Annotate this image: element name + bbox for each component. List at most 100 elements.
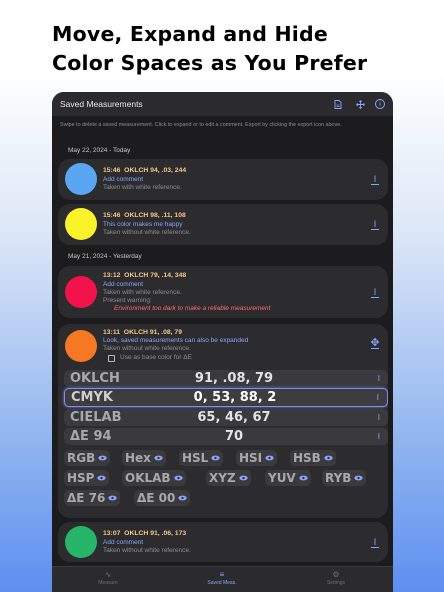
hidden-space-chip[interactable]: Hex [122, 450, 166, 466]
chip-label: ΔE 00 [137, 491, 176, 505]
reference-text: Taken with white reference. [103, 289, 182, 296]
headline-line-2: Color Spaces as You Prefer [52, 51, 368, 75]
measurement-time: 15:46 [103, 212, 121, 219]
drag-handle-icon[interactable]: I [377, 393, 379, 402]
eye-icon [154, 455, 163, 461]
drag-handle-icon[interactable]: I [378, 413, 380, 422]
hidden-space-chip[interactable]: HSL [179, 450, 224, 466]
headline: Move, Expand and Hide Color Spaces as Yo… [52, 20, 412, 78]
edit-icon[interactable]: I [370, 219, 380, 230]
gear-icon: ⚙ [332, 570, 340, 579]
eye-icon [324, 455, 333, 461]
tab-measure[interactable]: ∿ Measure [78, 570, 138, 586]
chip-label: RYB [325, 471, 352, 485]
chip-label: HSB [293, 451, 321, 465]
hidden-space-chip[interactable]: RGB [64, 450, 111, 466]
chip-label: HSP [67, 471, 95, 485]
edit-icon[interactable]: I [370, 287, 380, 298]
hidden-space-chip[interactable]: ΔE 00 [134, 490, 191, 506]
color-space-value: 0, 53, 88, 2 [193, 390, 277, 405]
comment-link[interactable]: Add comment [103, 176, 143, 183]
chip-label: HSI [239, 451, 263, 465]
export-icon[interactable] [331, 97, 345, 111]
comment-link[interactable]: Add comment [103, 539, 143, 546]
instructions-text: Swipe to delete a saved measurement. Cli… [60, 122, 342, 128]
hidden-space-chip[interactable]: YUV [265, 470, 311, 486]
edit-icon[interactable]: I [370, 537, 380, 548]
hidden-color-spaces: RGB Hex HSL HSI HSB HSP OKLAB XYZ YUV RY… [64, 450, 388, 514]
page-title: Saved Measurements [60, 99, 143, 109]
color-space-row[interactable]: CIELAB 65, 46, 67 I [64, 409, 388, 426]
color-swatch [65, 276, 97, 308]
comment-text[interactable]: Look, saved measurements can also be exp… [103, 337, 248, 344]
comment-link[interactable]: This color makes me happy [103, 221, 182, 228]
color-space-label: ΔE 94 [70, 429, 112, 444]
color-space-row[interactable]: ΔE 94 70 I [64, 428, 388, 445]
drag-handle-icon[interactable]: I [378, 374, 380, 383]
eye-icon [299, 475, 308, 481]
comment-link[interactable]: Add comment [103, 281, 143, 288]
color-space-value: 91, .08, 79 [194, 371, 274, 386]
measurement-title: 15:46 OKLCH 94, .03, 244 [103, 167, 186, 174]
eye-icon [354, 475, 364, 481]
measurement-time: 13:07 [103, 530, 121, 537]
color-space-label: OKLCH [70, 371, 120, 386]
warning-label: Present warning: [103, 297, 152, 304]
eye-icon [178, 495, 188, 501]
eye-icon [211, 455, 220, 461]
chip-label: ΔE 76 [67, 491, 106, 505]
color-space-label: CMYK [71, 390, 113, 405]
reference-text: Taken without white reference. [103, 345, 191, 352]
measurement-value: OKLCH 79, .14, 348 [124, 272, 187, 279]
move-icon[interactable]: ✥ [370, 338, 380, 349]
tab-label: Saved Meas. [207, 580, 237, 586]
hidden-space-chip[interactable]: XYZ [206, 470, 251, 486]
measurement-card-expanded[interactable]: 13:11 OKLCH 91, .08, 79 Look, saved meas… [58, 324, 388, 518]
measurement-card[interactable]: 13:07 OKLCH 91, .06, 173 Add comment Tak… [58, 522, 388, 562]
list-icon: ≡ [219, 570, 225, 579]
warning-text: Environment too dark to make a reliable … [114, 305, 271, 312]
tab-bar: ∿ Measure ≡ Saved Meas. ⚙ Settings [52, 566, 393, 592]
wifi-icon: ∿ [104, 570, 112, 579]
measurement-card[interactable]: 15:46 OKLCH 94, .03, 244 Add comment Tak… [58, 159, 388, 200]
chip-label: RGB [67, 451, 96, 465]
chip-label: YUV [268, 471, 296, 485]
color-swatch [65, 208, 97, 240]
chip-label: HSL [182, 451, 209, 465]
measurement-title: 15:46 OKLCH 98, .11, 108 [103, 212, 186, 219]
measurement-card[interactable]: 15:46 OKLCH 98, .11, 108 This color make… [58, 204, 388, 245]
measurement-title: 13:11 OKLCH 91, .08, 79 [103, 329, 182, 336]
hidden-space-chip[interactable]: ΔE 76 [64, 490, 121, 506]
move-icon[interactable] [353, 97, 367, 111]
color-swatch [65, 163, 97, 195]
app-window: Saved Measurements i Swipe to delete a s… [52, 92, 393, 592]
info-icon[interactable]: i [375, 99, 385, 109]
top-bar: Saved Measurements i [52, 92, 393, 116]
measurement-value: OKLCH 91, .06, 173 [124, 530, 187, 537]
tab-label: Measure [98, 580, 118, 586]
color-space-value: 65, 46, 67 [197, 410, 271, 425]
eye-icon [98, 455, 107, 461]
hidden-space-chip[interactable]: HSP [64, 470, 110, 486]
edit-icon[interactable]: I [370, 174, 380, 185]
hidden-space-chip[interactable]: RYB [322, 470, 367, 486]
chip-label: OKLAB [125, 471, 171, 485]
color-space-value: 70 [224, 429, 244, 444]
hidden-space-chip[interactable]: HSB [290, 450, 336, 466]
headline-line-1: Move, Expand and Hide [52, 22, 329, 46]
base-color-checkbox[interactable] [108, 355, 115, 362]
hidden-space-chip[interactable]: OKLAB [122, 470, 186, 486]
measurement-value: OKLCH 94, .03, 244 [124, 167, 187, 174]
reference-text: Taken without white reference. [103, 229, 191, 236]
measurement-value: OKLCH 91, .08, 79 [123, 329, 182, 336]
eye-icon [108, 495, 118, 501]
tab-saved-measurements[interactable]: ≡ Saved Meas. [192, 570, 252, 586]
measurement-title: 13:07 OKLCH 91, .06, 173 [103, 530, 186, 537]
drag-handle-icon[interactable]: I [378, 432, 380, 441]
hidden-space-chip[interactable]: HSI [236, 450, 278, 466]
measurement-card[interactable]: 13:12 OKLCH 79, .14, 348 Add comment Tak… [58, 266, 388, 318]
color-space-row-selected[interactable]: CMYK 0, 53, 88, 2 I [64, 388, 388, 407]
measurement-time: 15:46 [103, 167, 121, 174]
color-space-row[interactable]: OKLCH 91, .08, 79 I [64, 370, 388, 387]
tab-settings[interactable]: ⚙ Settings [306, 570, 366, 586]
